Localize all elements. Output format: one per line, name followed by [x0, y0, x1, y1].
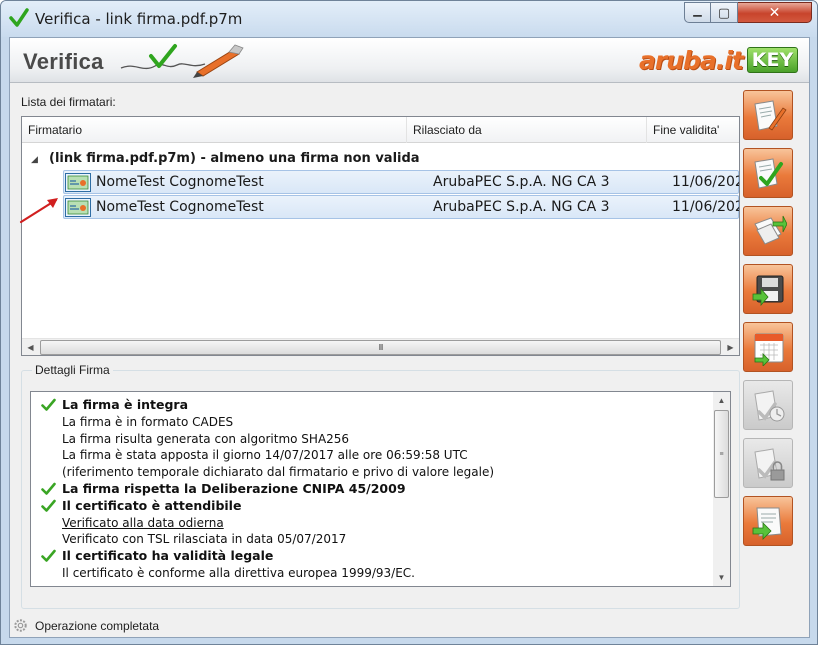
document-arrow-icon	[754, 215, 787, 245]
signer-valid-until: 11/06/202	[672, 174, 739, 190]
details-caption: Dettagli Firma	[32, 363, 113, 377]
brand-aruba-text: aruba.it	[639, 45, 744, 75]
expand-triangle-icon[interactable]: ◢	[31, 149, 38, 169]
signer-name: NomeTest CognomeTest	[96, 174, 264, 190]
detail-heading-line: Il certificato è attendibile	[31, 498, 715, 515]
minimize-button[interactable]: ▁	[684, 2, 711, 23]
signer-name: NomeTest CognomeTest	[96, 199, 264, 215]
floppy-disk-icon	[752, 275, 784, 307]
annotation-arrow-icon	[19, 198, 58, 224]
client-area: Verifica aruba.it KEY Lista dei firmatar…	[9, 37, 810, 638]
open-document-button[interactable]	[743, 206, 793, 256]
green-check-icon	[41, 482, 56, 496]
gear-icon	[14, 619, 27, 632]
banner: Verifica aruba.it KEY	[10, 38, 809, 83]
banner-title: Verifica	[23, 49, 104, 74]
detail-line: La firma è in formato CADES	[31, 414, 715, 431]
signature-details-group: Dettagli Firma La firma è integra La firm…	[21, 363, 740, 609]
green-check-icon	[41, 549, 56, 563]
signature-group-row[interactable]: ◢ (link firma.pdf.p7m) - almeno una firm…	[22, 149, 739, 169]
status-bar: Operazione completata	[10, 614, 809, 637]
signers-list[interactable]: Firmatario Rilasciato da Fine validita' …	[21, 116, 740, 356]
signature-pen-icon	[120, 44, 244, 78]
column-header-valid-until[interactable]: Fine validita'	[647, 117, 739, 143]
scroll-down-button[interactable]: ▼	[713, 569, 730, 586]
signer-row[interactable]: NomeTest CognomeTest ArubaPEC S.p.A. NG …	[63, 195, 739, 219]
status-text: Operazione completata	[35, 619, 160, 633]
column-header-issuer[interactable]: Rilasciato da	[407, 117, 647, 143]
detail-text: Il certificato ha validità legale	[62, 548, 274, 564]
calendar-icon	[754, 333, 784, 366]
detail-heading-line: La firma rispetta la Deliberazione CNIPA…	[31, 481, 715, 498]
detail-text: Verificato alla data odierna	[62, 515, 224, 530]
extract-document-button[interactable]	[743, 496, 793, 546]
detail-text: La firma rispetta la Deliberazione CNIPA…	[62, 480, 406, 496]
details-lines: La firma è integra La firma è in formato …	[31, 397, 715, 582]
scroll-right-button[interactable]: ▶	[722, 339, 739, 356]
detail-line: La firma risulta generata con algoritmo …	[31, 431, 715, 448]
signer-issuer: ArubaPEC S.p.A. NG CA 3	[433, 174, 610, 190]
detail-line: La firma è stata apposta il giorno 14/07…	[31, 447, 715, 464]
document-lock-icon	[754, 448, 785, 481]
document-extract-icon	[752, 507, 782, 540]
signer-row[interactable]: NomeTest CognomeTest ArubaPEC S.p.A. NG …	[63, 170, 739, 194]
signers-column-header: Firmatario Rilasciato da Fine validita'	[22, 117, 739, 143]
sign-document-button[interactable]	[743, 90, 793, 140]
scroll-thumb[interactable]: ≡	[714, 410, 729, 498]
maximize-icon: ▢	[717, 4, 731, 20]
detail-heading-line: Il certificato ha validità legale	[31, 548, 715, 565]
minimize-icon: ▁	[693, 5, 702, 17]
detail-line: Il certificato è conforme alla direttiva…	[31, 565, 715, 582]
aruba-key-logo: aruba.it KEY	[639, 43, 799, 77]
detail-text: Verificato con TSL rilasciata in data 05…	[62, 532, 347, 547]
verify-signature-button[interactable]	[743, 148, 793, 198]
document-check-icon	[754, 158, 783, 189]
signer-valid-until: 11/06/202	[672, 199, 739, 215]
details-textbox[interactable]: La firma è integra La firma è in formato …	[30, 391, 731, 587]
detail-text: La firma è stata apposta il giorno 14/07…	[62, 448, 468, 463]
detail-line: Verificato alla data odierna	[31, 515, 715, 532]
group-label: (link firma.pdf.p7m) - almeno una firma …	[49, 151, 420, 166]
column-header-signer[interactable]: Firmatario	[22, 117, 407, 143]
verify-timestamp-button[interactable]	[743, 380, 793, 430]
encrypt-button[interactable]	[743, 438, 793, 488]
brand-key-badge: KEY	[746, 47, 799, 73]
green-check-icon	[41, 499, 56, 513]
detail-text: (riferimento temporale dichiarato dal fi…	[62, 465, 495, 480]
close-icon: ✕	[768, 4, 781, 20]
document-clock-icon	[754, 390, 785, 422]
certificate-icon	[65, 173, 91, 192]
certificate-icon	[65, 198, 91, 217]
detail-text: Il certificato è attendibile	[62, 497, 242, 513]
detail-text: La firma è in formato CADES	[62, 414, 234, 429]
title-bar[interactable]: Verifica - link firma.pdf.p7m ▁ ▢ ✕	[1, 1, 817, 37]
signer-issuer: ArubaPEC S.p.A. NG CA 3	[433, 199, 610, 215]
detail-text: La firma è integra	[62, 397, 189, 412]
detail-line: (riferimento temporale dichiarato dal fi…	[31, 464, 715, 481]
detail-line: Verificato con TSL rilasciata in data 05…	[31, 531, 715, 548]
save-button[interactable]	[743, 264, 793, 314]
details-vertical-scrollbar[interactable]: ▲ ≡ ▼	[713, 392, 730, 586]
maximize-button[interactable]: ▢	[711, 2, 738, 23]
timestamp-button[interactable]	[743, 322, 793, 372]
green-check-icon	[41, 398, 56, 412]
detail-heading-line: La firma è integra	[31, 397, 715, 414]
detail-text: Il certificato è conforme alla direttiva…	[62, 565, 415, 580]
check-logo-icon	[9, 8, 29, 27]
document-pen-icon	[754, 100, 787, 131]
detail-text: La firma risulta generata con algoritmo …	[62, 431, 350, 446]
app-window: Verifica - link firma.pdf.p7m ▁ ▢ ✕ Veri…	[0, 0, 818, 645]
scroll-left-button[interactable]: ◀	[22, 339, 39, 356]
signers-horizontal-scrollbar[interactable]: ◀ III ▶	[22, 338, 739, 355]
scroll-thumb[interactable]: III	[40, 340, 721, 355]
signers-caption: Lista dei firmatari:	[21, 95, 116, 109]
window-title: Verifica - link firma.pdf.p7m	[35, 10, 243, 28]
scroll-up-button[interactable]: ▲	[713, 392, 730, 409]
close-button[interactable]: ✕	[738, 2, 812, 23]
